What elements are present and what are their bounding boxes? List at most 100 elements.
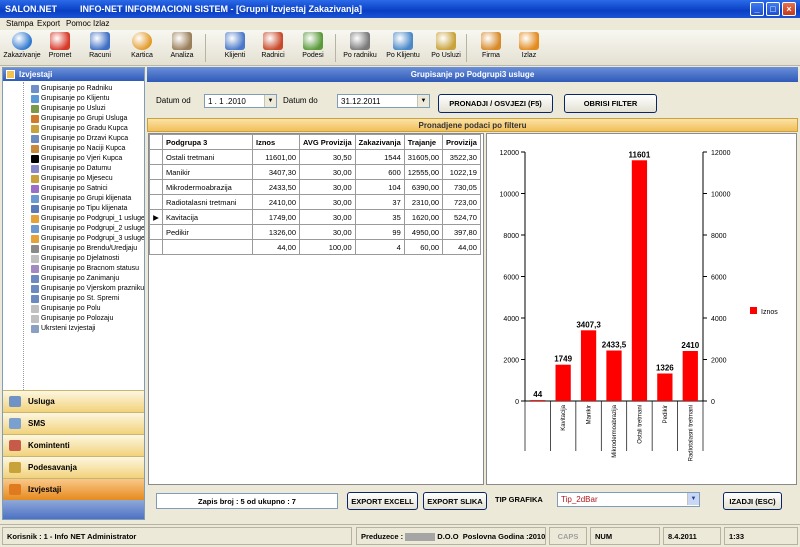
- table-cell[interactable]: 30,00: [299, 209, 356, 225]
- toolbar-button-promet[interactable]: Promet: [40, 32, 80, 64]
- table-row[interactable]: Pedikir 1326,00 30,00 99 4950,00 397,80: [149, 224, 481, 240]
- toolbar-button-zakazivanje[interactable]: Zakazivanje: [2, 32, 42, 64]
- close-icon[interactable]: ×: [782, 2, 796, 16]
- report-item[interactable]: Grupisanje po Grupi klijenata: [3, 194, 144, 204]
- table-cell[interactable]: 12555,00: [403, 164, 444, 180]
- report-item[interactable]: Grupisanje po Polu: [3, 304, 144, 314]
- table-row[interactable]: Ostali tretmani 11601,00 30,50 1544 31605,00…: [149, 149, 481, 165]
- table-cell[interactable]: 104: [354, 179, 405, 195]
- nav-komintenti[interactable]: Komintenti: [3, 434, 144, 456]
- nav-podesavanja[interactable]: Podesavanja: [3, 456, 144, 478]
- table-cell[interactable]: 397,80: [442, 224, 481, 240]
- table-cell[interactable]: Manikir: [162, 164, 253, 180]
- table-cell[interactable]: Radiotalasni tretmani: [162, 194, 253, 210]
- table-cell[interactable]: 723,00: [442, 194, 481, 210]
- table-cell[interactable]: Mikrodermoabrazija: [162, 179, 253, 195]
- toolbar-button-racuni[interactable]: Racuni: [80, 32, 120, 64]
- minimize-icon[interactable]: _: [750, 2, 764, 16]
- menu-pomoc[interactable]: Pomoc: [66, 19, 91, 28]
- table-row[interactable]: ▶ Kavitacija 1749,00 30,00 35 1620,00 524,70: [149, 209, 481, 225]
- toolbar-button-klijenti[interactable]: Klijenti: [218, 32, 252, 64]
- toolbar-button-po-usluzi[interactable]: Po Usluzi: [426, 32, 466, 64]
- report-item[interactable]: Grupisanje po Tipu klijenata: [3, 204, 144, 214]
- report-item[interactable]: Grupisanje po Podgrupi_2 usluge: [3, 224, 144, 234]
- chart-type-select[interactable]: Tip_2dBar ▼: [557, 492, 700, 507]
- report-item[interactable]: Grupisanje po Podgrupi_3 usluge: [3, 234, 144, 244]
- report-item[interactable]: Grupisanje po Datumu: [3, 164, 144, 174]
- report-item[interactable]: Grupisanje po Bracnom statusu: [3, 264, 144, 274]
- column-header[interactable]: AVG Provizija: [299, 134, 356, 150]
- nav-sms[interactable]: SMS: [3, 412, 144, 434]
- toolbar-button-analiza[interactable]: Analiza: [162, 32, 202, 64]
- table-cell[interactable]: 99: [354, 224, 405, 240]
- table-cell[interactable]: Pedikir: [162, 224, 253, 240]
- toolbar-button-po-radniku[interactable]: Po radniku: [340, 32, 380, 64]
- nav-usluga[interactable]: Usluga: [3, 390, 144, 412]
- table-cell[interactable]: 35: [354, 209, 405, 225]
- report-item[interactable]: Grupisanje po Mjesecu: [3, 174, 144, 184]
- report-item[interactable]: Grupisanje po Satnici: [3, 184, 144, 194]
- column-header[interactable]: Podgrupa 3: [162, 134, 253, 150]
- toolbar-button-firma[interactable]: Firma: [474, 32, 508, 64]
- date-from-picker[interactable]: 1 . 1 .2010 ▼: [204, 94, 277, 108]
- menu-stampa[interactable]: Stampa: [6, 19, 34, 28]
- report-item[interactable]: Grupisanje po St. Spremi: [3, 294, 144, 304]
- report-item[interactable]: Grupisanje po Radniku: [3, 84, 144, 94]
- toolbar-button-podesi[interactable]: Podesi: [296, 32, 330, 64]
- table-cell[interactable]: 524,70: [442, 209, 481, 225]
- nav-overflow-bar[interactable]: [3, 500, 144, 519]
- report-item[interactable]: Grupisanje po Zanimanju: [3, 274, 144, 284]
- table-cell[interactable]: 1620,00: [403, 209, 444, 225]
- table-cell[interactable]: 30,50: [299, 149, 356, 165]
- table-cell[interactable]: Kavitacija: [162, 209, 253, 225]
- report-item[interactable]: Grupisanje po Vjeri Kupca: [3, 154, 144, 164]
- toolbar-button-po-klijentu[interactable]: Po Klijentu: [383, 32, 423, 64]
- toolbar-button-radnici[interactable]: Radnici: [256, 32, 290, 64]
- table-cell[interactable]: 730,05: [442, 179, 481, 195]
- clear-filter-button[interactable]: OBRISI FILTER: [564, 94, 657, 113]
- nav-izvjestaji[interactable]: Izvjestaji: [3, 478, 144, 500]
- exit-button[interactable]: IZADJI (ESC): [723, 492, 782, 510]
- table-cell[interactable]: 2410,00: [252, 194, 300, 210]
- table-cell[interactable]: 6390,00: [403, 179, 444, 195]
- report-item[interactable]: Grupisanje po Naciji Kupca: [3, 144, 144, 154]
- menu-izlaz[interactable]: Izlaz: [93, 19, 109, 28]
- report-item[interactable]: Grupisanje po Gradu Kupca: [3, 124, 144, 134]
- table-cell[interactable]: 2310,00: [403, 194, 444, 210]
- report-item[interactable]: Grupisanje po Klijentu: [3, 94, 144, 104]
- column-header[interactable]: Iznos: [252, 134, 300, 150]
- table-cell[interactable]: 11601,00: [252, 149, 300, 165]
- table-cell[interactable]: 1326,00: [252, 224, 300, 240]
- maximize-icon[interactable]: □: [766, 2, 780, 16]
- report-item[interactable]: Grupisanje po Usluzi: [3, 104, 144, 114]
- chevron-down-icon[interactable]: ▼: [687, 493, 699, 505]
- report-item[interactable]: Grupisanje po Podgrupi_1 usluge: [3, 214, 144, 224]
- export-image-button[interactable]: EXPORT SLIKA: [423, 492, 487, 510]
- refresh-button[interactable]: PRONADJI / OSVJEZI (F5): [438, 94, 553, 113]
- column-header[interactable]: Zakazivanja: [354, 134, 405, 150]
- chevron-down-icon[interactable]: ▼: [417, 95, 429, 107]
- toolbar-button-kartica[interactable]: Kartica: [122, 32, 162, 64]
- column-header[interactable]: Provizija: [442, 134, 481, 150]
- table-cell[interactable]: 3522,30: [442, 149, 481, 165]
- table-cell[interactable]: 1544: [354, 149, 405, 165]
- table-row[interactable]: Radiotalasni tretmani 2410,00 30,00 37 2310,…: [149, 194, 481, 210]
- table-cell[interactable]: 3407,30: [252, 164, 300, 180]
- table-cell[interactable]: 30,00: [299, 179, 356, 195]
- report-item[interactable]: Grupisanje po Grupi Usluga: [3, 114, 144, 124]
- table-cell[interactable]: 30,00: [299, 194, 356, 210]
- table-cell[interactable]: 37: [354, 194, 405, 210]
- table-cell[interactable]: 30,00: [299, 224, 356, 240]
- table-cell[interactable]: 30,00: [299, 164, 356, 180]
- table-row[interactable]: Manikir 3407,30 30,00 600 12555,00 1022,19: [149, 164, 481, 180]
- table-cell[interactable]: 1749,00: [252, 209, 300, 225]
- menu-export[interactable]: Export: [37, 19, 60, 28]
- report-item[interactable]: Ukrsteni Izvjestaji: [3, 324, 144, 334]
- table-cell[interactable]: 2433,50: [252, 179, 300, 195]
- table-cell[interactable]: 31605,00: [403, 149, 444, 165]
- report-item[interactable]: Grupisanje po Djelatnosti: [3, 254, 144, 264]
- report-item[interactable]: Grupisanje po Vjerskom prazniku: [3, 284, 144, 294]
- export-excel-button[interactable]: EXPORT EXCELL: [347, 492, 418, 510]
- table-cell[interactable]: 1022,19: [442, 164, 481, 180]
- table-cell[interactable]: 600: [354, 164, 405, 180]
